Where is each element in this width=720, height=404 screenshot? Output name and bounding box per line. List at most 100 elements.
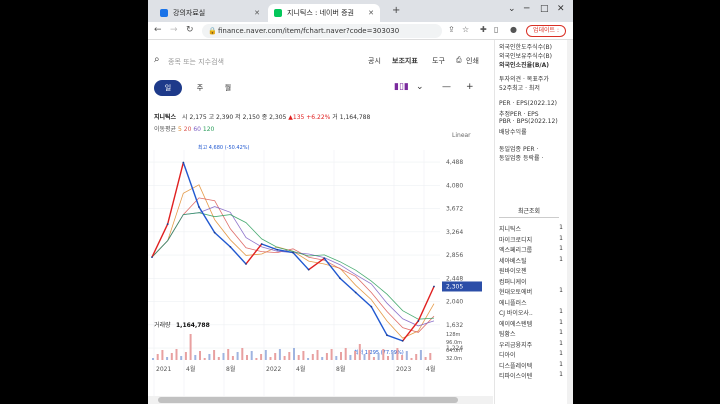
chevron-down-icon[interactable]: ⌄	[508, 4, 516, 14]
ma-20[interactable]: 20	[184, 126, 192, 133]
close-value: 2,305	[269, 114, 287, 121]
recent-item[interactable]: 디아이	[499, 350, 516, 359]
recent-item[interactable]: 에니플러스	[499, 298, 527, 307]
volume-bar	[189, 334, 192, 360]
forward-icon[interactable]: →	[170, 25, 178, 35]
volume-bar	[288, 352, 291, 360]
volume-bar	[372, 357, 375, 360]
volume-bar	[387, 356, 389, 360]
horizontal-scrollbar[interactable]	[148, 396, 493, 404]
sidebar-industry-change: 동일업종 등락률 ·	[499, 155, 544, 162]
zoom-in-icon[interactable]: +	[466, 82, 474, 92]
x-tick-label: 2023	[396, 366, 411, 373]
recent-item-count: 1	[559, 318, 563, 326]
volume-bar	[358, 344, 361, 360]
search-toolbar: ⌕ 종목 또는 지수검색 공시 보조지표 도구 ⎙ 인쇄	[154, 52, 489, 70]
recent-item[interactable]: 우리금융지주	[499, 340, 532, 349]
price-segment	[229, 246, 247, 265]
recent-item[interactable]: CJ 바이오사..	[499, 308, 533, 317]
recent-item[interactable]: 원바이오젠	[499, 266, 527, 275]
recent-item[interactable]: 현대오토에버	[499, 287, 532, 296]
volume-label: 거	[332, 114, 338, 121]
recent-item[interactable]: 엑스페리그룹	[499, 245, 532, 254]
minimize-icon[interactable]: ─	[524, 4, 529, 14]
tab-naver-finance[interactable]: 지니틱스 : 네이버 증권 ✕	[268, 4, 380, 22]
print-icon[interactable]: ⎙	[456, 56, 462, 65]
volume-title: 거래량	[154, 321, 171, 329]
volume-bar	[340, 352, 342, 360]
x-tick-label: 8월	[336, 365, 345, 373]
link-tools[interactable]: 도구	[432, 56, 445, 66]
recent-item[interactable]: 컴퍼니케이	[499, 277, 527, 286]
sidebar-pbr-bps: PBR · BPS(2022.12)	[499, 118, 558, 125]
recent-item[interactable]: 디스플레이텍	[499, 361, 532, 370]
recent-item[interactable]: 티파이스이텐	[499, 371, 532, 380]
sidepanel-icon[interactable]: ▯	[494, 25, 498, 34]
price-chart[interactable]: 4,488 4,080 3,672 3,264 2,856 2,448 2,040 1,632…	[148, 140, 493, 396]
browser-window: 강의자료실 ✕ 지니틱스 : 네이버 증권 ✕ + ⌄ ─ □ ✕ ← → ↻ …	[148, 0, 573, 404]
period-month-button[interactable]: 월	[216, 80, 240, 96]
ma-120[interactable]: 120	[203, 126, 214, 133]
volume-bar	[208, 354, 211, 360]
price-point	[260, 243, 263, 245]
volume-bar	[307, 358, 310, 360]
scrollbar-thumb[interactable]	[158, 397, 458, 403]
update-button[interactable]: 업데이트 :	[526, 25, 566, 37]
star-icon[interactable]: ☆	[462, 25, 469, 34]
zoom-out-icon[interactable]: —	[442, 82, 451, 92]
search-input[interactable]: 종목 또는 지수검색	[168, 57, 224, 67]
volume-bar	[429, 353, 432, 360]
back-icon[interactable]: ←	[154, 25, 162, 35]
recent-item-count: 1	[559, 329, 563, 336]
recent-item-count: 1	[559, 308, 563, 315]
maximize-icon[interactable]: □	[540, 4, 549, 14]
sidebar-foreign-holding: 외국인보유주식수(B)	[499, 53, 552, 60]
recent-item-count: 1	[559, 339, 563, 347]
link-disclosure[interactable]: 공시	[368, 56, 381, 66]
recent-item-count: 1	[559, 234, 563, 242]
profile-icon[interactable]: ●	[510, 25, 517, 34]
period-week-button[interactable]: 주	[188, 80, 212, 96]
recent-item-count: 1	[559, 224, 563, 231]
tab-recent[interactable]: 최근조회	[499, 206, 559, 218]
window-close-icon[interactable]: ✕	[557, 4, 565, 14]
recent-item-count: 1	[559, 371, 563, 378]
volume-bar	[166, 357, 169, 360]
sidebar-opinion: 투자의견 · 목표주가	[499, 76, 549, 83]
volume-bar	[368, 350, 371, 360]
url-field[interactable]: 🔒 finance.naver.com/item/fchart.naver?co…	[202, 24, 442, 38]
close-icon[interactable]: ✕	[254, 9, 260, 17]
scale-selector[interactable]: Linear	[452, 132, 471, 139]
sidebar-per-eps: PER · EPS(2022.12)	[499, 100, 558, 107]
price-segment	[198, 206, 216, 233]
recent-item[interactable]: 세아베스틸	[499, 256, 527, 265]
volume-tick-label: 128m	[446, 332, 461, 338]
volume-bar	[391, 352, 394, 360]
chevron-down-icon[interactable]: ⌄	[416, 82, 424, 92]
ma-5[interactable]: 5	[178, 126, 182, 133]
recent-item[interactable]: 마이크로디지	[499, 235, 532, 244]
tab-lecture[interactable]: 강의자료실 ✕	[154, 4, 266, 22]
recent-item[interactable]: 팀황스	[499, 329, 516, 338]
info-sidebar: 외국인한도주식수(B) 외국인보유주식수(B) 외국인소진율(B/A) 투자의견…	[494, 40, 573, 404]
ma-60[interactable]: 60	[193, 126, 201, 133]
search-icon[interactable]: ⌕	[154, 54, 160, 65]
link-print[interactable]: 인쇄	[466, 56, 479, 66]
moving-average-line	[151, 184, 435, 339]
candle-type-icon[interactable]: ▮▯▮	[394, 82, 409, 92]
close-icon[interactable]: ✕	[368, 9, 374, 17]
link-indicators[interactable]: 보조지표	[392, 56, 418, 66]
volume-bar	[419, 350, 422, 360]
period-day-button[interactable]: 일	[154, 80, 182, 96]
price-point	[307, 268, 310, 271]
recent-item[interactable]: 에이에스텐템	[499, 319, 532, 328]
volume-bar	[161, 350, 164, 360]
price-point	[292, 251, 294, 254]
reload-icon[interactable]: ↻	[186, 25, 194, 35]
price-segment	[417, 286, 435, 322]
extensions-icon[interactable]: ✚	[480, 25, 487, 34]
sidebar-scrollbar[interactable]	[567, 40, 573, 404]
share-icon[interactable]: ⇪	[448, 25, 455, 34]
new-tab-icon[interactable]: +	[392, 5, 400, 16]
recent-item[interactable]: 지니틱스	[499, 224, 521, 233]
